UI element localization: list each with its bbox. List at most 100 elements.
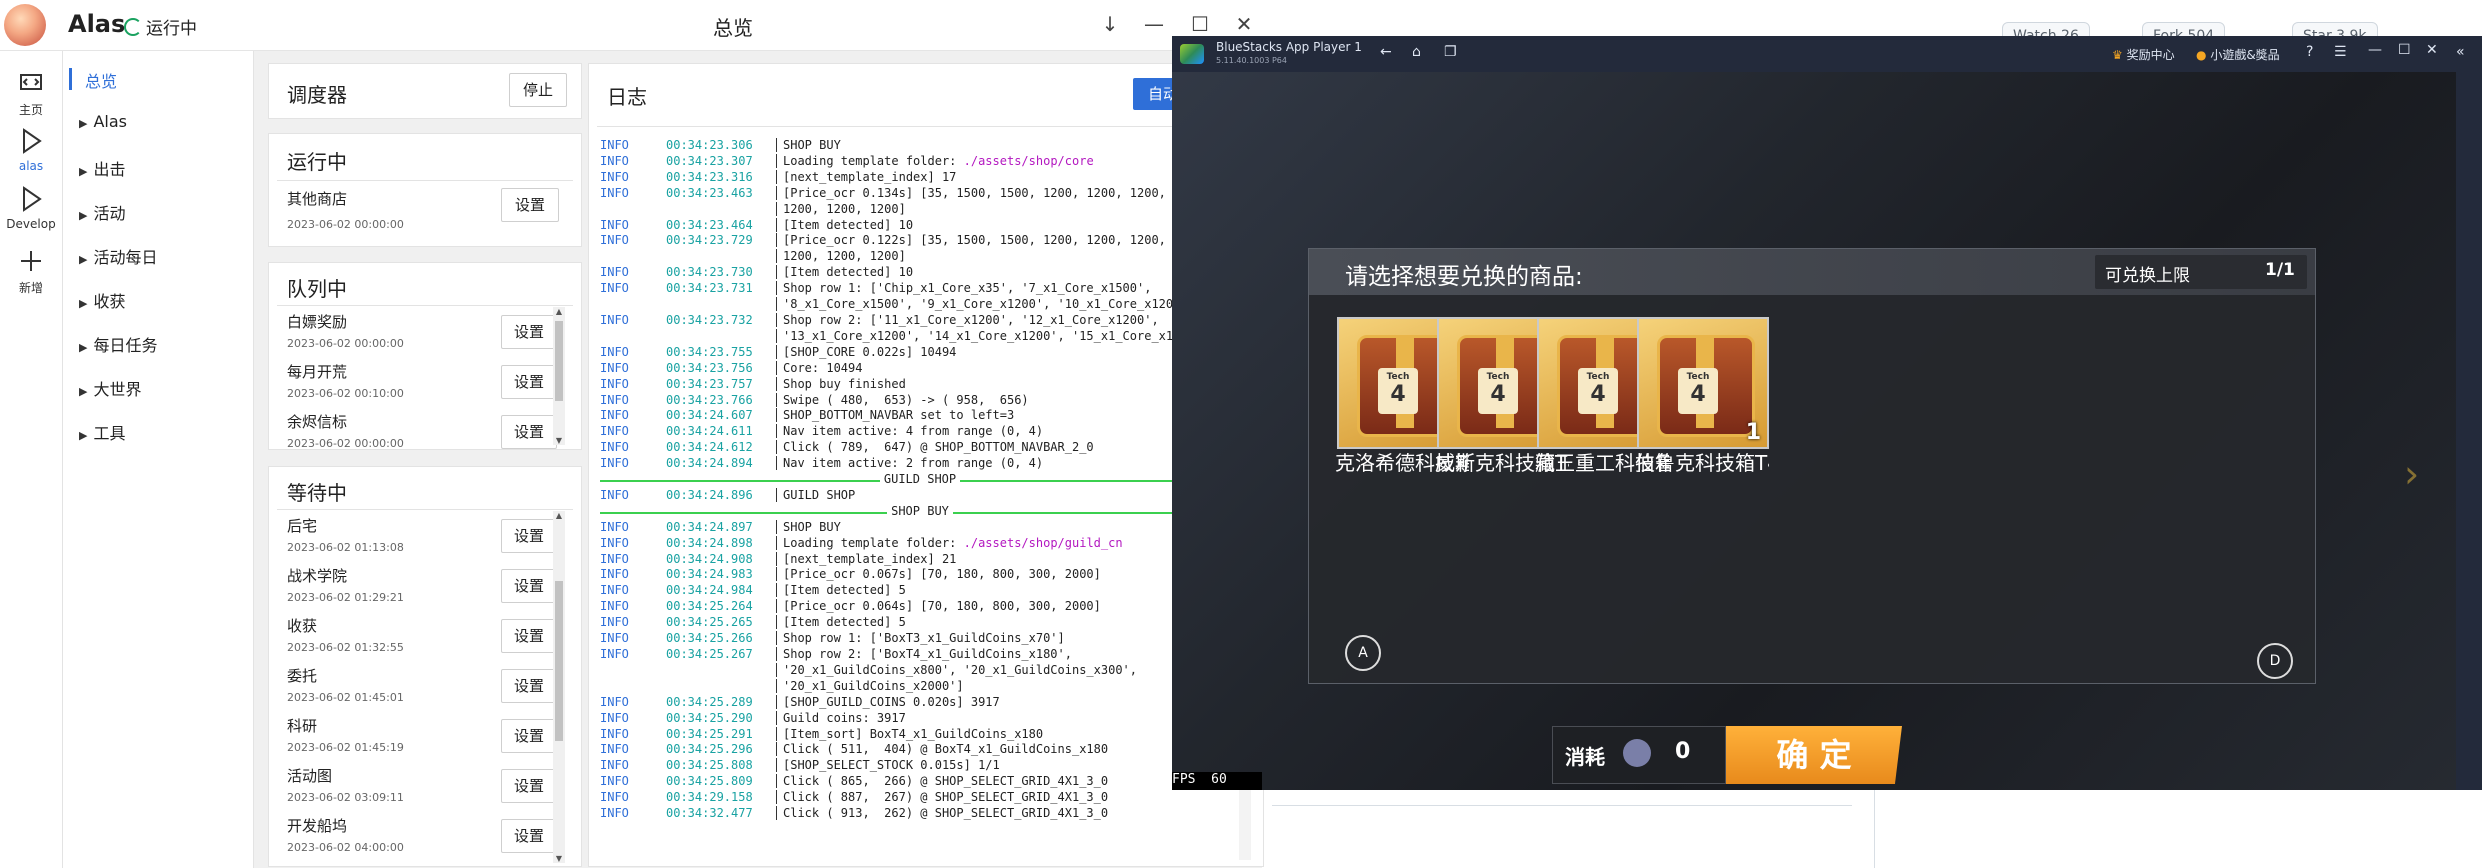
- log-time: 00:34:25.264: [666, 599, 753, 614]
- log-level: INFO: [600, 487, 629, 502]
- scroll-up-icon[interactable]: ▲: [553, 511, 565, 520]
- log-time: 00:34:24.908: [666, 551, 753, 566]
- task-settings-button[interactable]: 设置: [501, 519, 557, 553]
- game-screen: 请选择想要兑换的商品: 可兑换上限 1/1 Tech41克洛希德科技箱TTech…: [1172, 72, 2456, 790]
- log-time: 00:34:23.464: [666, 217, 753, 232]
- queue-card: 队列中 白嫖奖励 2023-06-02 00:00:00 设置 每月开荒 2023-06…: [268, 262, 582, 450]
- menu-item-alas[interactable]: ▶ Alas: [79, 112, 127, 131]
- menu-item-opsi[interactable]: ▶ 大世界: [79, 376, 141, 400]
- play-icon: [23, 186, 42, 212]
- log-line: INFO 00:34:23.306 SHOP BUY: [600, 138, 1240, 154]
- log-message: '8_x1_Core_x1500', '9_x1_Core_x1200', '1…: [783, 297, 1195, 312]
- menu-item-sortie[interactable]: ▶ 出击: [79, 156, 125, 180]
- log-line: 1200, 1200, 1200]: [600, 201, 1240, 218]
- maximize-icon[interactable]: ☐: [1186, 10, 1214, 38]
- log-message: [Price_ocr 0.064s] [70, 180, 800, 300, 2…: [783, 599, 1101, 614]
- log-message: '20_x1_GuildCoins_x800', '20_x1_GuildCoi…: [783, 662, 1138, 677]
- log-line: INFO 00:34:25.265 [Item detected] 5: [600, 615, 1240, 631]
- task-settings-button[interactable]: 设置: [501, 669, 557, 703]
- play-icon: [23, 128, 42, 154]
- menu-item-daily[interactable]: ▶ 每日任务: [79, 332, 157, 356]
- scroll-up-icon[interactable]: ▲: [553, 307, 565, 316]
- minimize-icon[interactable]: —: [2368, 42, 2382, 58]
- waiting-scrollbar[interactable]: ▲ ▼: [553, 511, 565, 863]
- scroll-down-icon[interactable]: ▼: [553, 854, 565, 863]
- close-icon[interactable]: ✕: [1230, 10, 1258, 38]
- button-a[interactable]: A: [1345, 635, 1381, 671]
- sidebar-item-add[interactable]: 新增: [0, 245, 62, 296]
- task-settings-button[interactable]: 设置: [501, 569, 557, 603]
- sidebar: 主页 alas Develop 新增: [0, 51, 63, 868]
- divider: [1874, 790, 1875, 868]
- log-line: '20_x1_GuildCoins_x2000']: [600, 678, 1240, 695]
- help-icon[interactable]: ?: [2306, 44, 2313, 60]
- log-time: 00:34:23.731: [666, 281, 753, 296]
- task-name: 委托: [287, 667, 318, 685]
- menu-item-event[interactable]: ▶ 活动: [79, 200, 125, 224]
- log-level: INFO: [600, 344, 629, 359]
- task-settings-button[interactable]: 设置: [501, 315, 557, 349]
- task-settings-button[interactable]: 设置: [501, 769, 557, 803]
- menu-item-tools[interactable]: ▶ 工具: [79, 420, 125, 444]
- log-level: INFO: [600, 583, 629, 598]
- log-line: INFO 00:34:23.464 [Item detected] 10: [600, 217, 1240, 234]
- log-line: '8_x1_Core_x1500', '9_x1_Core_x1200', '1…: [600, 297, 1240, 313]
- scroll-thumb[interactable]: [555, 321, 563, 401]
- task-name: 收获: [287, 617, 318, 635]
- windows-icon[interactable]: ❐: [1444, 44, 1457, 60]
- caret-right-icon: ▶: [79, 165, 88, 178]
- scroll-thumb[interactable]: [555, 581, 563, 741]
- confirm-button[interactable]: 确 定: [1726, 726, 1902, 784]
- log-line: INFO 00:34:23.730 [Item detected] 10: [600, 265, 1240, 281]
- task-settings-button[interactable]: 设置: [501, 719, 557, 753]
- log-line: INFO 00:34:23.766 Swipe ( 480, 653) -> ( 9…: [600, 392, 1240, 409]
- collapse-icon[interactable]: «: [2456, 44, 2465, 60]
- running-settings-button[interactable]: 设置: [501, 188, 559, 222]
- log-separator: SHOP BUY: [600, 503, 1240, 520]
- menu-icon[interactable]: ☰: [2334, 44, 2347, 60]
- log-time: 00:34:24.898: [666, 535, 753, 550]
- sidebar-label: 主页: [18, 103, 43, 117]
- task-settings-button[interactable]: 设置: [501, 415, 557, 449]
- minimize-icon[interactable]: —: [1140, 10, 1168, 38]
- log-line: INFO 00:34:24.896 GUILD SHOP: [600, 487, 1240, 504]
- stop-button[interactable]: 停止: [509, 73, 567, 107]
- log-level: INFO: [600, 153, 629, 168]
- log-message: 1200, 1200, 1200]: [783, 201, 906, 216]
- close-icon[interactable]: ✕: [2426, 42, 2438, 58]
- log-message: GUILD SHOP: [783, 487, 856, 502]
- back-icon[interactable]: ←: [1380, 44, 1392, 60]
- sidebar-item-alas[interactable]: alas: [0, 125, 62, 173]
- button-d[interactable]: D: [2257, 643, 2293, 679]
- bluestacks-version: 5.11.40.1003 P64: [1216, 56, 1287, 65]
- sidebar-item-develop[interactable]: Develop: [0, 183, 62, 231]
- log-path: ./assets/shop/core: [963, 153, 1094, 168]
- reward-center-link[interactable]: ♛ 奖励中心: [2112, 46, 2175, 63]
- next-arrow-icon[interactable]: ›: [2404, 452, 2419, 496]
- menu-item-event-daily[interactable]: ▶ 活动每日: [79, 244, 157, 268]
- queue-scrollbar[interactable]: ▲ ▼: [553, 307, 565, 445]
- menu-item-overview[interactable]: 总览: [85, 68, 117, 92]
- task-time: 2023-06-02 04:00:00: [287, 841, 404, 854]
- scroll-down-icon[interactable]: ▼: [553, 436, 565, 445]
- log-level: INFO: [600, 774, 629, 789]
- task-settings-button[interactable]: 设置: [501, 619, 557, 653]
- task-settings-button[interactable]: 设置: [501, 365, 557, 399]
- tech-box-t4-icon[interactable]: Tech41: [1637, 317, 1769, 449]
- log-time: 00:34:25.267: [666, 646, 753, 661]
- log-level: INFO: [600, 726, 629, 741]
- task-settings-button[interactable]: 设置: [501, 819, 557, 853]
- log-level: INFO: [600, 790, 629, 805]
- sidebar-item-home[interactable]: 主页: [0, 67, 62, 118]
- maximize-icon[interactable]: ☐: [2398, 42, 2411, 58]
- menu-item-harvest[interactable]: ▶ 收获: [79, 288, 125, 312]
- log-message: '13_x1_Core_x1200', '14_x1_Core_x1200', …: [783, 328, 1210, 343]
- task-time: 2023-06-02 01:45:01: [287, 691, 404, 704]
- arrow-down-icon[interactable]: ↓: [1096, 10, 1124, 38]
- crown-icon: ♛: [2112, 48, 2123, 62]
- app-title: Alas: [68, 10, 126, 38]
- log-level: INFO: [600, 265, 629, 280]
- log-level: INFO: [600, 519, 629, 534]
- mini-games-link[interactable]: ● 小遊戲&獎品: [2196, 46, 2280, 63]
- home-icon[interactable]: ⌂: [1412, 44, 1421, 60]
